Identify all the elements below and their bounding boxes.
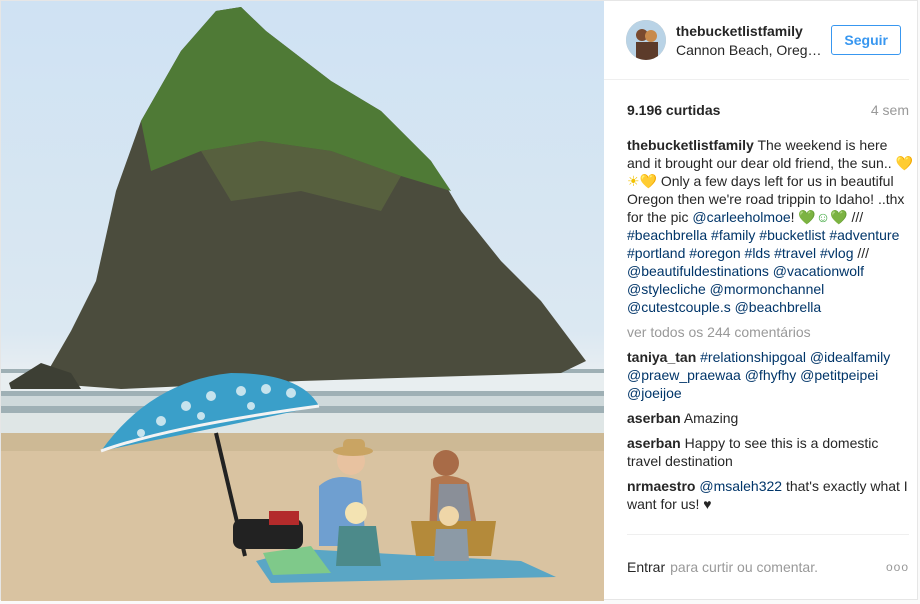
location-link[interactable]: Cannon Beach, Oreg… [676, 42, 831, 58]
likes-count[interactable]: 9.196 curtidas [627, 102, 720, 118]
post-stats: 9.196 curtidas 4 sem [604, 80, 917, 120]
login-prompt: para curtir ou comentar. [670, 559, 818, 575]
post-card: thebucketlistfamily Cannon Beach, Oreg… … [0, 0, 918, 601]
user-info: thebucketlistfamily Cannon Beach, Oreg… [676, 23, 831, 58]
post-sidebar: thebucketlistfamily Cannon Beach, Oreg… … [604, 1, 917, 599]
follow-button[interactable]: Seguir [831, 25, 901, 55]
post-time[interactable]: 4 sem [871, 102, 909, 118]
comment-item: aserban Amazing [627, 409, 913, 427]
comment-text: Amazing [683, 410, 739, 426]
green-heart-emoji: 💚☺💚 [798, 209, 848, 225]
comment-username[interactable]: aserban [627, 435, 681, 451]
avatar[interactable] [626, 20, 666, 60]
post-header: thebucketlistfamily Cannon Beach, Oreg… … [604, 1, 909, 80]
ellipsis-icon[interactable]: ooo [886, 560, 909, 574]
username-link[interactable]: thebucketlistfamily [676, 23, 831, 39]
view-all-comments-link[interactable]: ver todos os 244 comentários [627, 323, 913, 341]
avatar-image [626, 20, 666, 60]
comment-footer: Entrar para curtir ou comentar. ooo [627, 534, 909, 599]
comment-username[interactable]: nrmaestro [627, 478, 695, 494]
comment-username[interactable]: aserban [627, 410, 681, 426]
comment-username[interactable]: taniya_tan [627, 349, 696, 365]
caption-mentions-2[interactable]: @beautifuldestinations @vacationwolf @st… [627, 263, 864, 315]
comment-item: taniya_tan #relationshipgoal @idealfamil… [627, 348, 913, 402]
post-photo[interactable] [1, 1, 604, 601]
caption-mention-1[interactable]: @carleeholmoe [692, 209, 790, 225]
comment-item: nrmaestro @msaleh322 that's exactly what… [627, 477, 913, 513]
comments-list: thebucketlistfamily The weekend is here … [604, 120, 917, 520]
caption-text-5: /// [853, 245, 870, 261]
beach-scene-image [1, 7, 604, 601]
caption-username[interactable]: thebucketlistfamily [627, 137, 754, 153]
comment-item: aserban Happy to see this is a domestic … [627, 434, 913, 470]
caption-text-4: /// [847, 209, 864, 225]
caption: thebucketlistfamily The weekend is here … [627, 136, 913, 316]
comment-mention[interactable]: @msaleh322 [699, 478, 782, 494]
login-link[interactable]: Entrar [627, 559, 665, 575]
